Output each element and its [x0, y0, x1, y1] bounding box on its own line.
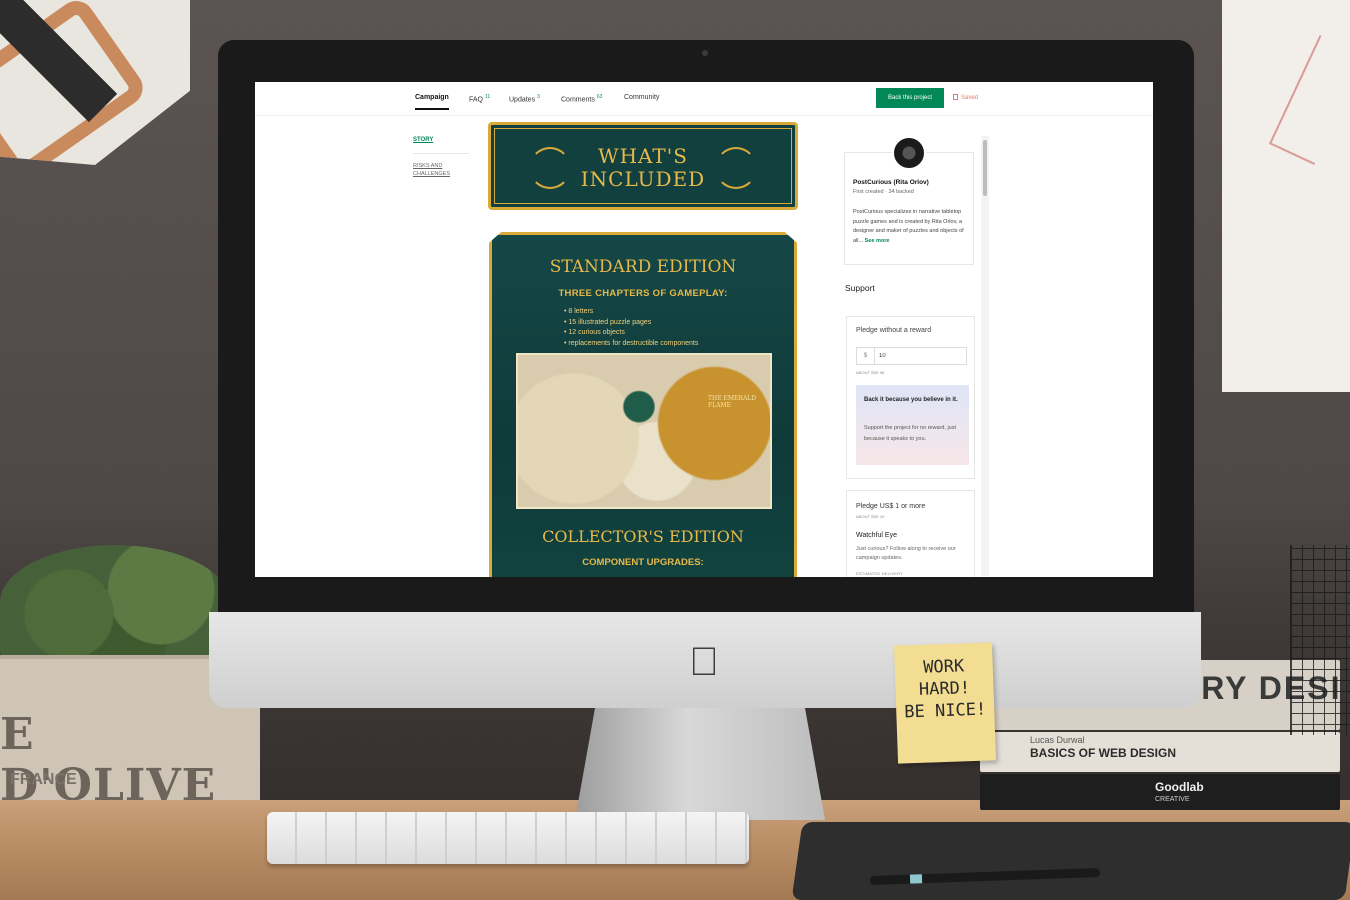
table-of-contents: STORY RISKS AND CHALLENGES [413, 137, 473, 178]
tab-label: Updates [509, 96, 536, 104]
reward-title: Pledge US$ 1 or more [856, 503, 926, 510]
list-item: 12 curious objects [564, 328, 698, 339]
reward-card[interactable]: Pledge US$ 1 or more ABOUT SEK 10 Watchf… [846, 490, 975, 577]
top-navigation: Campaign FAQ 11 Updates 3 Comments 63 Commu… [255, 82, 1153, 116]
book-subtitle: CREATIVE [1155, 796, 1190, 803]
saved-button[interactable]: Saved [953, 94, 978, 101]
book-title: BASICS OF WEB DESIGN [1030, 746, 1177, 760]
apple-logo-icon:  [685, 640, 723, 684]
crate-sub: FRANCE [10, 771, 77, 788]
wall-poster [1222, 0, 1350, 392]
reward-description: Just curious? Follow along to receive ou… [856, 546, 956, 561]
tab-label: Comments [561, 96, 595, 104]
banner-line: WHAT'S [598, 144, 688, 168]
tab-label: Community [624, 94, 660, 101]
camera-icon [702, 50, 708, 56]
scrollbar-track[interactable] [981, 136, 989, 576]
list-item: 15 illustrated puzzle pages [564, 318, 698, 329]
sticky-line: BE NICE! [904, 699, 987, 723]
tab-campaign[interactable]: Campaign [415, 94, 449, 110]
avatar[interactable] [892, 136, 926, 170]
poster-sketch [1268, 35, 1350, 165]
standard-edition-title: STANDARD EDITION [549, 257, 737, 277]
tab-label: Campaign [415, 94, 449, 101]
tab-count: 11 [485, 94, 491, 100]
tab-updates[interactable]: Updates 3 [509, 94, 540, 103]
crate-text: E D'OLIVE [0, 709, 217, 811]
edition-panel: STANDARD EDITION THREE CHAPTERS OF GAMEP… [489, 232, 797, 577]
believe-title: Back it because you believe in it. [864, 397, 958, 403]
pledge-title: Pledge without a reward [856, 327, 932, 334]
support-heading: Support [845, 283, 875, 293]
creator-bio: PostCurious specializes in narrative tab… [853, 208, 971, 246]
pen-band [909, 874, 923, 884]
see-more-link[interactable]: See more [865, 238, 890, 244]
book-author: Lucas Durwal [1030, 735, 1085, 745]
book-title: Goodlab [1155, 780, 1204, 794]
tab-label: FAQ [469, 96, 484, 104]
currency-symbol: $ [857, 348, 875, 364]
photo-box-label: THE EMERALD FLAME [708, 395, 757, 409]
monitor-stand [575, 708, 825, 820]
wire-basket [1290, 545, 1350, 735]
reward-conversion: ABOUT SEK 10 [856, 514, 885, 519]
standard-items-list: 8 letters 15 illustrated puzzle pages 12… [564, 307, 698, 349]
believe-box: Back it because you believe in it. Suppo… [856, 385, 969, 465]
pledge-no-reward-card[interactable]: Pledge without a reward $ ABOUT SEK 98 B… [846, 316, 975, 479]
creator-card: PostCurious (Rita Orlov) First created ·… [844, 136, 974, 265]
tab-count: 3 [537, 94, 540, 100]
believe-body: Support the project for no reward, just … [864, 425, 957, 442]
drawing-tablet [791, 822, 1350, 900]
creator-name[interactable]: PostCurious (Rita Orlov) [853, 179, 929, 186]
list-item: replacements for destructible components [564, 339, 698, 350]
bookmark-icon [953, 94, 958, 100]
estimated-delivery-label: ESTIMATED DELIVERY [856, 571, 904, 576]
sticky-line: WORK [922, 656, 965, 678]
pledge-amount-field[interactable]: $ [856, 347, 967, 365]
tab-community[interactable]: Community [624, 94, 659, 101]
pledge-amount-input[interactable] [875, 353, 955, 359]
banner-line: INCLUDED [580, 167, 706, 191]
whats-included-banner: WHAT'S INCLUDED [488, 122, 798, 210]
saved-label: Saved [961, 95, 979, 101]
list-item: 8 letters [564, 307, 698, 318]
back-project-button[interactable]: Back this project [876, 88, 944, 108]
tab-comments[interactable]: Comments 63 [561, 94, 602, 103]
banner-title: WHAT'S INCLUDED [491, 145, 795, 191]
creator-meta: First created · 34 backed [853, 189, 914, 195]
collectors-edition-subtitle: COMPONENT UPGRADES: [582, 557, 704, 568]
toc-story-link[interactable]: STORY [413, 137, 469, 154]
collectors-edition-title: COLLECTOR'S EDITION [542, 527, 744, 546]
sticky-note: WORK HARD! BE NICE! [893, 642, 997, 764]
reward-name: Watchful Eye [856, 532, 897, 539]
tab-count: 63 [596, 94, 603, 100]
product-photo: THE EMERALD FLAME [516, 353, 772, 509]
sticky-line: HARD! [918, 678, 971, 700]
keyboard [267, 812, 749, 864]
wall-pennant [0, 0, 190, 165]
pledge-conversion: ABOUT SEK 98 [856, 370, 885, 375]
browser-screen: Campaign FAQ 11 Updates 3 Comments 63 Commu… [255, 82, 1153, 577]
tab-faq[interactable]: FAQ 11 [469, 94, 490, 103]
plant [0, 545, 230, 660]
toc-risks-link[interactable]: RISKS AND CHALLENGES [413, 162, 463, 178]
standard-edition-subtitle: THREE CHAPTERS OF GAMEPLAY: [558, 288, 728, 299]
scrollbar-thumb[interactable] [983, 140, 987, 196]
